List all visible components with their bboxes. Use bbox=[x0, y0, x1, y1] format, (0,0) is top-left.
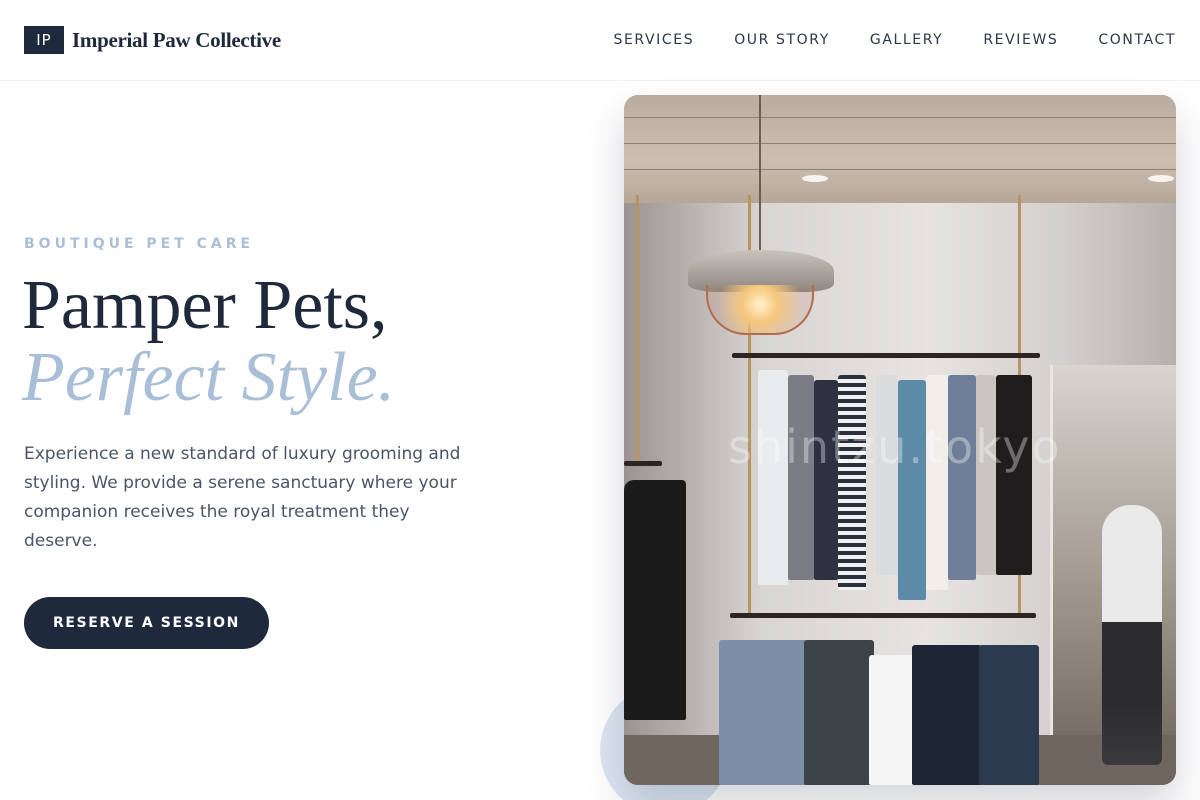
clothing-rail bbox=[732, 353, 1040, 358]
brand-logo[interactable]: IP bbox=[24, 26, 64, 54]
ceiling-plank bbox=[624, 117, 1176, 118]
hanging-coat bbox=[624, 480, 686, 720]
ceiling-plank bbox=[624, 169, 1176, 170]
image-ceiling bbox=[624, 95, 1176, 203]
reserve-session-button[interactable]: RESERVE A SESSION bbox=[24, 597, 269, 649]
garment bbox=[976, 375, 996, 575]
nav-link-contact[interactable]: CONTACT bbox=[1098, 32, 1176, 48]
ceiling-spotlight bbox=[1148, 175, 1174, 182]
shopper-figure bbox=[1102, 505, 1162, 765]
garment bbox=[979, 645, 1039, 785]
hero-headline-line1: Pamper Pets, bbox=[22, 267, 388, 344]
garment bbox=[926, 375, 948, 590]
garment bbox=[948, 375, 976, 580]
hero-description: Experience a new standard of luxury groo… bbox=[24, 444, 461, 551]
garment bbox=[876, 375, 898, 575]
site-header: IP Imperial Paw Collective SERVICES OUR … bbox=[0, 0, 1200, 81]
garment bbox=[869, 655, 915, 785]
hero-headline: Pamper Pets, Perfect Style. bbox=[22, 270, 582, 414]
brand[interactable]: IP Imperial Paw Collective bbox=[24, 26, 281, 54]
garment bbox=[758, 370, 788, 585]
clothing-rail bbox=[730, 613, 1036, 618]
nav-link-gallery[interactable]: GALLERY bbox=[870, 32, 943, 48]
garment bbox=[788, 375, 814, 580]
garment bbox=[814, 380, 838, 580]
clothing-rail bbox=[624, 461, 662, 466]
garment bbox=[838, 375, 866, 590]
hero-eyebrow: BOUTIQUE PET CARE bbox=[24, 236, 255, 252]
hero-image: shintzu.tokyo bbox=[624, 95, 1176, 785]
garment bbox=[804, 640, 874, 785]
brand-name[interactable]: Imperial Paw Collective bbox=[72, 28, 281, 53]
ceiling-spotlight bbox=[802, 175, 828, 182]
nav-link-reviews[interactable]: REVIEWS bbox=[983, 32, 1058, 48]
lamp-cord bbox=[759, 95, 761, 255]
nav-link-our-story[interactable]: OUR STORY bbox=[734, 32, 830, 48]
hero-headline-line2: Perfect Style. bbox=[22, 339, 396, 416]
garment bbox=[898, 380, 926, 600]
garment bbox=[912, 645, 982, 785]
main-nav: SERVICES OUR STORY GALLERY REVIEWS CONTA… bbox=[613, 32, 1176, 48]
nav-link-services[interactable]: SERVICES bbox=[613, 32, 694, 48]
ceiling-plank bbox=[624, 143, 1176, 144]
hanging-rope bbox=[636, 195, 639, 465]
garment bbox=[996, 375, 1032, 575]
image-watermark: shintzu.tokyo bbox=[728, 420, 1062, 474]
